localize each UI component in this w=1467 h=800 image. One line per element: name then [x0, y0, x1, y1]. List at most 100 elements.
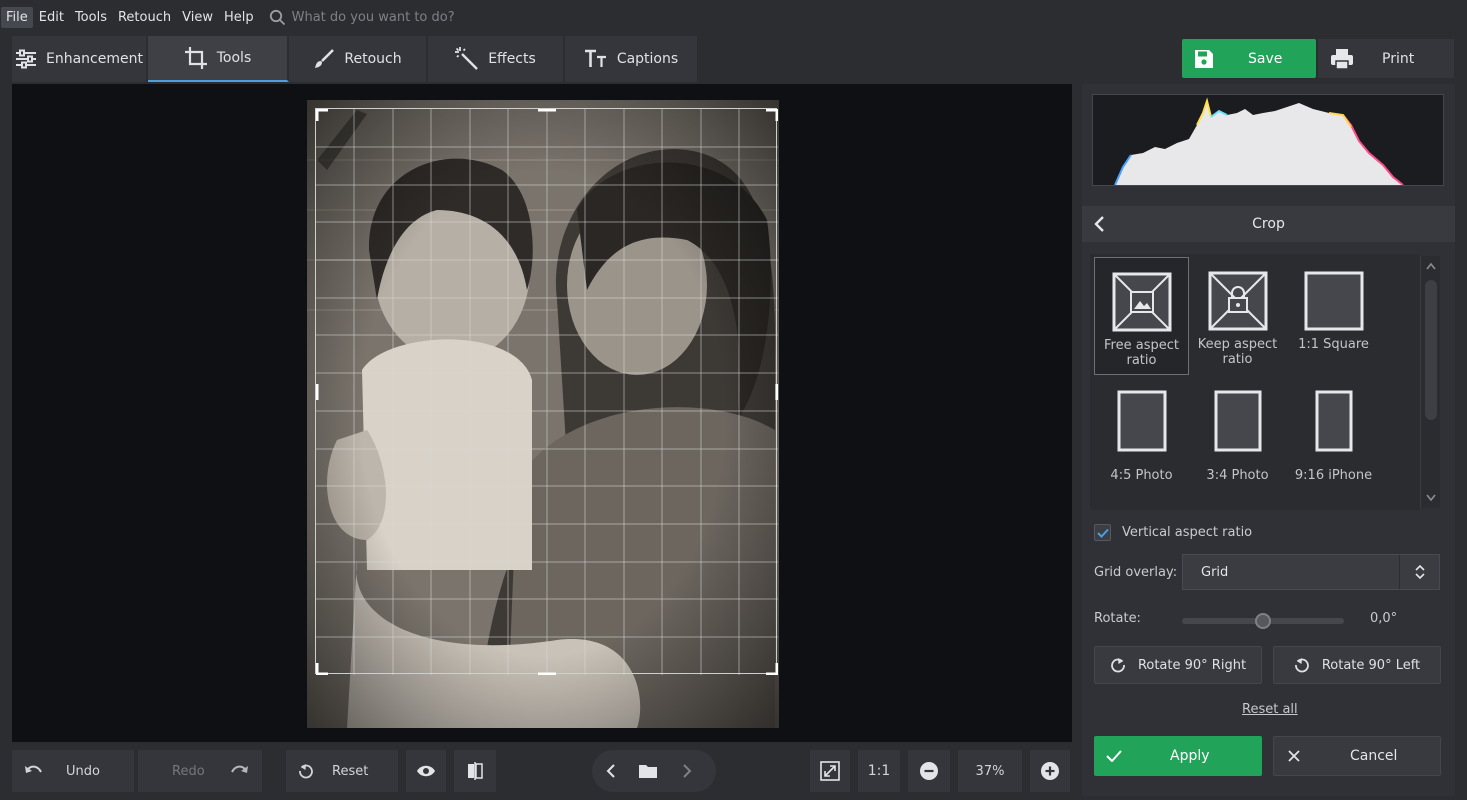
- redo-button[interactable]: Redo: [138, 750, 262, 792]
- rotate-right-icon: [1111, 658, 1125, 673]
- rotate-left-button[interactable]: Rotate 90° Left: [1273, 646, 1441, 684]
- apply-label: Apply: [1170, 748, 1210, 764]
- rotate-slider-thumb[interactable]: [1255, 613, 1271, 629]
- photo: [307, 100, 779, 728]
- vertical-aspect-label: Vertical aspect ratio: [1122, 525, 1253, 540]
- tab-label: Enhancement: [46, 51, 143, 67]
- preset-square[interactable]: 1:1 Square: [1286, 257, 1381, 375]
- menu-bar: File Edit Tools Retouch View Help: [0, 0, 1467, 34]
- scroll-up-icon[interactable]: [1426, 262, 1436, 270]
- folder-icon[interactable]: [638, 763, 658, 779]
- close-icon: [1288, 750, 1300, 762]
- floppy-disk-icon: [1195, 49, 1213, 68]
- tab-label: Retouch: [344, 51, 402, 67]
- apply-button[interactable]: Apply: [1094, 736, 1262, 776]
- compare-button[interactable]: [454, 750, 496, 792]
- preset-label: 3:4 Photo: [1206, 468, 1269, 483]
- rotate-left-icon: [1294, 658, 1309, 673]
- zoom-value: 37%: [975, 763, 1005, 779]
- preset-free-aspect[interactable]: Free aspect ratio: [1094, 257, 1189, 375]
- rotate-right-button[interactable]: Rotate 90° Right: [1094, 646, 1262, 684]
- print-button[interactable]: Print: [1318, 39, 1454, 78]
- menu-file[interactable]: File: [1, 6, 33, 28]
- preset-label: Free aspect ratio: [1104, 338, 1179, 368]
- undo-label: Undo: [66, 763, 100, 779]
- search-box: [269, 9, 592, 26]
- file-navigation: [592, 750, 716, 792]
- menu-help[interactable]: Help: [219, 7, 259, 28]
- cancel-button[interactable]: Cancel: [1273, 736, 1441, 776]
- histogram: [1092, 94, 1444, 186]
- preset-label: 4:5 Photo: [1110, 468, 1173, 483]
- chevron-right-icon[interactable]: [682, 763, 692, 779]
- tab-retouch[interactable]: Retouch: [289, 36, 428, 82]
- preset-9-16-iphone[interactable]: 9:16 iPhone: [1286, 376, 1381, 494]
- tab-captions[interactable]: Captions: [565, 36, 699, 82]
- portrait-3-4-icon: [1214, 390, 1261, 452]
- save-button[interactable]: Save: [1182, 39, 1316, 78]
- preset-label: Keep aspect ratio: [1197, 337, 1278, 367]
- tab-tools[interactable]: Tools: [148, 36, 289, 82]
- magic-wand-icon: [455, 47, 479, 70]
- zoom-in-icon: [1041, 762, 1059, 780]
- menu-tools[interactable]: Tools: [70, 7, 112, 28]
- grid-overlay-label: Grid overlay:: [1094, 565, 1178, 580]
- reset-label: Reset: [332, 763, 369, 779]
- search-icon: [269, 9, 285, 25]
- scroll-thumb[interactable]: [1425, 280, 1437, 420]
- lock-aspect-icon: [1208, 271, 1267, 331]
- square-ratio-icon: [1304, 271, 1363, 331]
- preset-4-5-photo[interactable]: 4:5 Photo: [1094, 376, 1189, 494]
- crop-icon: [184, 47, 207, 69]
- tab-effects[interactable]: Effects: [428, 36, 565, 82]
- compare-icon: [468, 762, 483, 780]
- undo-icon: [25, 765, 42, 773]
- tab-label: Captions: [616, 51, 679, 67]
- checkmark-icon: [1106, 750, 1122, 762]
- fit-to-screen-button[interactable]: [810, 750, 850, 792]
- search-input[interactable]: [291, 9, 592, 25]
- tab-enhancement[interactable]: Enhancement: [12, 36, 148, 82]
- chevron-updown-icon: [1414, 564, 1425, 580]
- printer-icon: [1331, 48, 1353, 70]
- tool-tabs: Enhancement Tools Retouch Effects Captio…: [12, 36, 699, 82]
- cancel-label: Cancel: [1350, 748, 1398, 764]
- reset-icon: [299, 764, 313, 779]
- histogram-graph: [1114, 97, 1404, 186]
- preset-3-4-photo[interactable]: 3:4 Photo: [1190, 376, 1285, 494]
- crop-title: Crop: [1252, 216, 1285, 232]
- text-icon: [584, 49, 606, 67]
- tab-label: Tools: [216, 50, 252, 66]
- rotate-left-label: Rotate 90° Left: [1321, 657, 1421, 673]
- vertical-aspect-checkbox[interactable]: [1094, 524, 1111, 541]
- grid-overlay-select[interactable]: Grid: [1182, 554, 1440, 590]
- chevron-left-icon[interactable]: [606, 763, 616, 779]
- scroll-down-icon[interactable]: [1426, 494, 1436, 502]
- zoom-out-button[interactable]: [908, 750, 950, 792]
- crop-selection[interactable]: [315, 108, 778, 675]
- eye-icon: [417, 765, 435, 777]
- rotate-slider[interactable]: [1182, 613, 1344, 629]
- fit-screen-icon: [820, 761, 840, 781]
- image-canvas[interactable]: [12, 84, 1072, 742]
- zoom-in-button[interactable]: [1030, 750, 1070, 792]
- reset-button[interactable]: Reset: [286, 750, 398, 792]
- menu-edit[interactable]: Edit: [34, 7, 69, 28]
- preview-button[interactable]: [406, 750, 446, 792]
- preset-label: 9:16 iPhone: [1294, 468, 1373, 483]
- undo-button[interactable]: Undo: [12, 750, 134, 792]
- menu-retouch[interactable]: Retouch: [113, 7, 176, 28]
- rotate-label: Rotate:: [1094, 611, 1141, 626]
- actual-size-button[interactable]: 1:1: [858, 750, 900, 792]
- back-arrow-icon[interactable]: [1092, 215, 1106, 233]
- preset-label: 1:1 Square: [1298, 337, 1369, 352]
- preset-keep-aspect[interactable]: Keep aspect ratio: [1190, 257, 1285, 375]
- reset-all-link[interactable]: Reset all: [1242, 702, 1298, 717]
- menu-view[interactable]: View: [177, 7, 218, 28]
- grid-overlay-value: Grid: [1201, 564, 1229, 580]
- select-arrows: [1399, 555, 1439, 589]
- crop-presets: Free aspect ratio Keep aspect ratio 1:1 …: [1090, 254, 1420, 510]
- rotate-value: 0,0°: [1370, 611, 1398, 626]
- presets-scrollbar[interactable]: [1420, 256, 1440, 508]
- zoom-level[interactable]: 37%: [958, 750, 1022, 792]
